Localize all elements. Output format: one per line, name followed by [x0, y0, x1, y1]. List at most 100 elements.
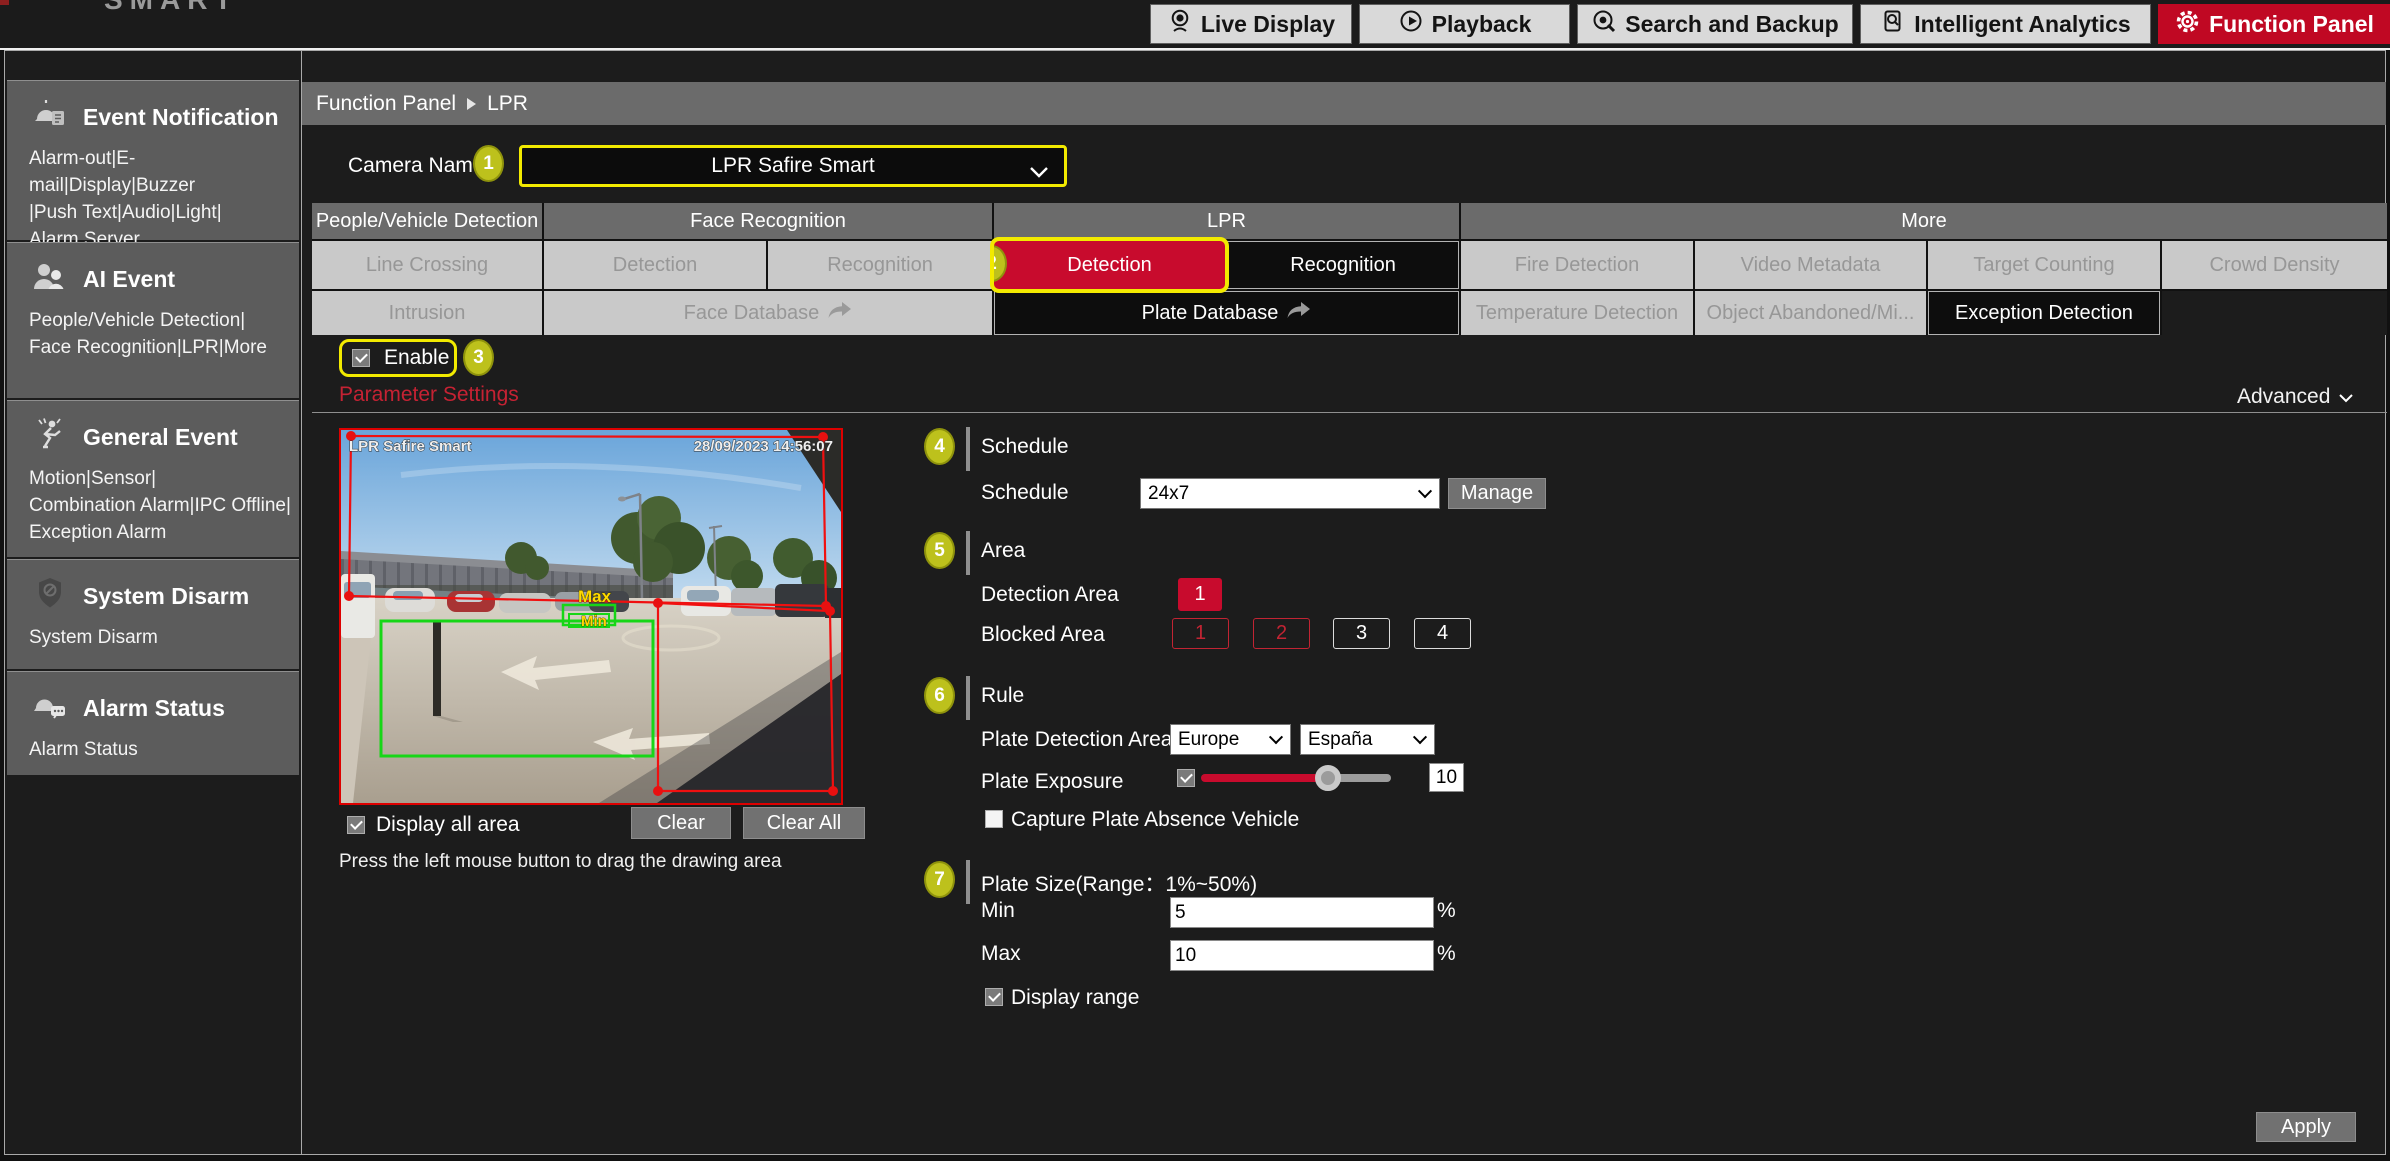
plate-exposure-slider-thumb[interactable]: [1315, 765, 1341, 791]
plate-exposure-slider-track[interactable]: [1201, 774, 1391, 782]
advanced-toggle[interactable]: Advanced: [2237, 385, 2353, 409]
lpr-function-panel: SMART Live Display Playback Search and B…: [0, 0, 2390, 1161]
detection-area-1-button[interactable]: 1: [1178, 578, 1222, 611]
nav-search-backup-button[interactable]: Search and Backup: [1577, 4, 1853, 44]
tab-crowd-density: Crowd Density: [2162, 241, 2387, 289]
schedule-select[interactable]: 24x7: [1140, 478, 1440, 509]
plate-country-select[interactable]: España: [1300, 724, 1435, 755]
nav-intelligent-analytics-button[interactable]: Intelligent Analytics: [1860, 4, 2151, 44]
camera-name-select[interactable]: LPR Safire Smart: [519, 145, 1067, 187]
section-bar: [966, 531, 970, 575]
top-nav-bar: SMART Live Display Playback Search and B…: [0, 0, 2390, 48]
plate-exposure-value-input[interactable]: [1429, 763, 1464, 792]
max-percent-sign: %: [1437, 942, 1456, 966]
plate-detection-area-label: Plate Detection Area: [981, 728, 1172, 752]
plate-size-section-title: Plate Size(Range：1%~50%): [981, 868, 1257, 898]
tab-plate-database[interactable]: Plate Database: [994, 291, 1459, 335]
camera-name-value: LPR Safire Smart: [711, 154, 874, 178]
annotation-badge-2: 2: [994, 245, 1007, 282]
section-divider: [312, 412, 2387, 413]
apply-button[interactable]: Apply: [2256, 1112, 2356, 1142]
display-range-checkbox[interactable]: [985, 988, 1003, 1006]
plate-exposure-label: Plate Exposure: [981, 770, 1123, 794]
detection-area-label: Detection Area: [981, 583, 1119, 607]
tab-face-detection: Detection: [544, 241, 766, 289]
nav-live-display-button[interactable]: Live Display: [1150, 4, 1352, 44]
display-all-area-label: Display all area: [376, 813, 520, 837]
clear-button[interactable]: Clear: [631, 807, 731, 839]
sidebar-item-event-notification[interactable]: Event Notification Alarm-out|E-mail|Disp…: [7, 80, 299, 240]
enable-checkbox[interactable]: [352, 349, 370, 367]
osd-datetime: 28/09/2023 14:56:07: [694, 438, 833, 455]
schedule-section-title: Schedule: [981, 435, 1069, 459]
tab-lpr-detection-active[interactable]: 2 Detection: [994, 241, 1225, 289]
play-circle-icon: [1398, 8, 1424, 40]
main-frame: Event Notification Alarm-out|E-mail|Disp…: [4, 50, 2386, 1155]
tab-line-crossing: Line Crossing: [312, 241, 542, 289]
sidebar-item-system-disarm[interactable]: System Disarm System Disarm: [7, 559, 299, 669]
schedule-row-label: Schedule: [981, 481, 1069, 505]
gear-icon: [2174, 8, 2201, 41]
tab-group-people-vehicle: People/Vehicle Detection: [312, 203, 542, 239]
sidebar-item-general-event[interactable]: General Event Motion|Sensor| Combination…: [7, 400, 299, 557]
annotation-badge-3: 3: [463, 339, 494, 376]
siren-status-icon: [31, 688, 69, 728]
display-range-label: Display range: [1011, 986, 1139, 1010]
chevron-down-icon: [1413, 730, 1427, 744]
enable-label: Enable: [384, 346, 449, 370]
capture-plate-absence-checkbox[interactable]: [985, 810, 1003, 828]
nav-function-panel-button[interactable]: Function Panel: [2158, 4, 2390, 44]
brand-logo: SMART: [104, 0, 239, 16]
chevron-down-icon: [2339, 385, 2353, 409]
tab-exception-detection[interactable]: Exception Detection: [1928, 291, 2160, 335]
document-magnifier-icon: [1880, 8, 1906, 40]
sidebar-item-desc-line: Alarm Status: [29, 736, 291, 763]
breadcrumb-current: LPR: [487, 92, 528, 116]
plate-exposure-checkbox[interactable]: [1177, 769, 1195, 787]
sidebar-item-desc-line: Motion|Sensor|: [29, 465, 291, 492]
tab-temperature-detection: Temperature Detection: [1461, 291, 1693, 335]
sidebar-item-alarm-status[interactable]: Alarm Status Alarm Status: [7, 671, 299, 775]
blocked-area-1-button[interactable]: 1: [1172, 618, 1229, 649]
max-label: Max: [981, 942, 1021, 966]
annotation-badge-1: 1: [473, 145, 504, 182]
sidebar-item-ai-event[interactable]: AI Event People/Vehicle Detection| Face …: [7, 242, 299, 398]
nav-playback-button[interactable]: Playback: [1359, 4, 1570, 44]
annotation-badge-6: 6: [924, 677, 955, 714]
tab-lpr-recognition[interactable]: Recognition: [1227, 241, 1459, 289]
people-icon: [31, 259, 69, 299]
sidebar-item-desc-line: Face Recognition|LPR|More: [29, 334, 291, 361]
blocked-area-2-button[interactable]: 2: [1253, 618, 1310, 649]
rule-section-title: Rule: [981, 684, 1024, 708]
running-person-icon: [31, 417, 69, 457]
sidebar-item-title: General Event: [83, 424, 238, 451]
sidebar-item-desc-line: Combination Alarm|IPC Offline|: [29, 492, 291, 519]
tab-face-database: Face Database: [544, 291, 992, 335]
section-bar: [966, 427, 970, 471]
breadcrumb-root[interactable]: Function Panel: [316, 92, 456, 116]
tab-intrusion: Intrusion: [312, 291, 542, 335]
plate-region-select[interactable]: Europe: [1170, 724, 1291, 755]
video-preview-canvas[interactable]: Max Min LPR Safire Smart 28/09/2023 14:5…: [339, 428, 843, 805]
display-all-area-checkbox[interactable]: [347, 816, 365, 834]
min-plate-size-input[interactable]: [1170, 897, 1434, 928]
blocked-area-4-button[interactable]: 4: [1414, 618, 1471, 649]
share-arrow-icon: [828, 301, 852, 325]
tab-group-more: More: [1461, 203, 2387, 239]
sidebar-item-title: Event Notification: [83, 104, 279, 131]
sidebar-item-desc-line: Exception Alarm: [29, 519, 291, 546]
share-arrow-icon: [1287, 301, 1311, 325]
tab-fire-detection: Fire Detection: [1461, 241, 1693, 289]
tab-empty-cell: [2162, 291, 2387, 335]
manage-button[interactable]: Manage: [1448, 478, 1546, 509]
min-percent-sign: %: [1437, 899, 1456, 923]
sidebar-item-title: Alarm Status: [83, 695, 225, 722]
tab-video-metadata: Video Metadata: [1695, 241, 1926, 289]
breadcrumb: Function Panel LPR: [302, 82, 2386, 125]
clear-all-button[interactable]: Clear All: [743, 807, 865, 839]
max-plate-size-input[interactable]: [1170, 940, 1434, 971]
breadcrumb-arrow-icon: [467, 98, 476, 110]
parameter-settings-title: Parameter Settings: [339, 383, 519, 407]
blocked-area-3-button[interactable]: 3: [1333, 618, 1390, 649]
section-bar: [966, 860, 970, 904]
